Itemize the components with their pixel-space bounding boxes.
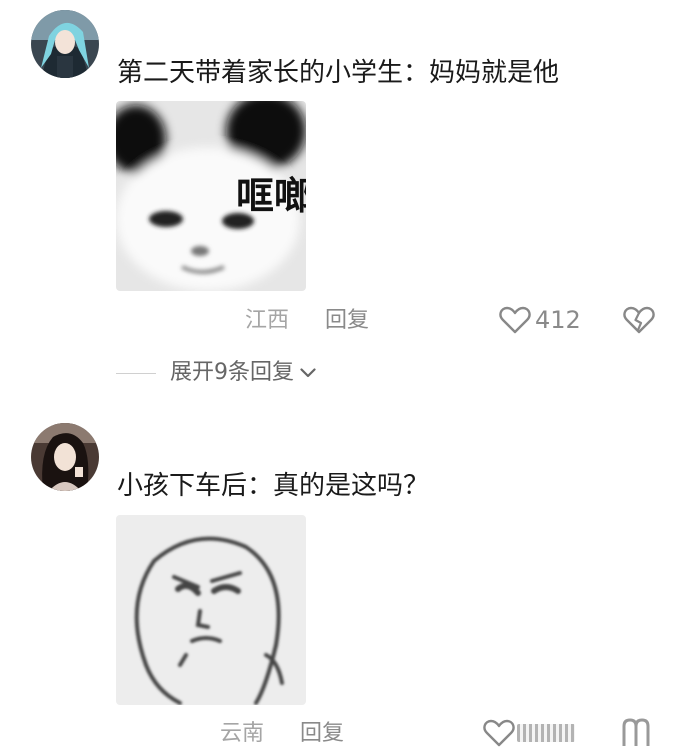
heart-outline-icon: [483, 719, 515, 747]
obscured-like-count: [517, 724, 575, 742]
comment-location: 云南: [220, 721, 265, 746]
like-count: 412: [535, 306, 581, 334]
panda-meme-sticker[interactable]: 哐啷: [116, 101, 306, 291]
meme-sticker[interactable]: [116, 515, 306, 705]
chevron-down-icon: [300, 368, 316, 378]
comment-text: 小孩下车后：真的是这吗？: [117, 471, 430, 501]
commenter-avatar[interactable]: [31, 10, 99, 78]
dislike-button[interactable]: [623, 305, 655, 335]
reply-button[interactable]: 回复: [300, 723, 344, 745]
expand-replies-button[interactable]: 展开9条回复: [116, 362, 316, 384]
like-button[interactable]: [483, 718, 575, 748]
comment-text: 第二天带着家长的小学生：妈妈就是他: [117, 58, 560, 88]
broken-heart-icon: [623, 306, 655, 334]
divider-line: [116, 372, 156, 374]
heart-outline-icon: [499, 306, 531, 334]
reply-button[interactable]: 回复: [325, 310, 369, 332]
sticker-caption: 哐啷: [236, 174, 306, 218]
broken-heart-icon: [622, 718, 650, 746]
comment-location: 江西: [245, 308, 290, 333]
like-button[interactable]: 412: [499, 305, 581, 335]
commenter-avatar[interactable]: [31, 423, 99, 491]
dislike-button[interactable]: [620, 718, 656, 748]
expand-replies-label: 展开9条回复: [170, 360, 294, 385]
